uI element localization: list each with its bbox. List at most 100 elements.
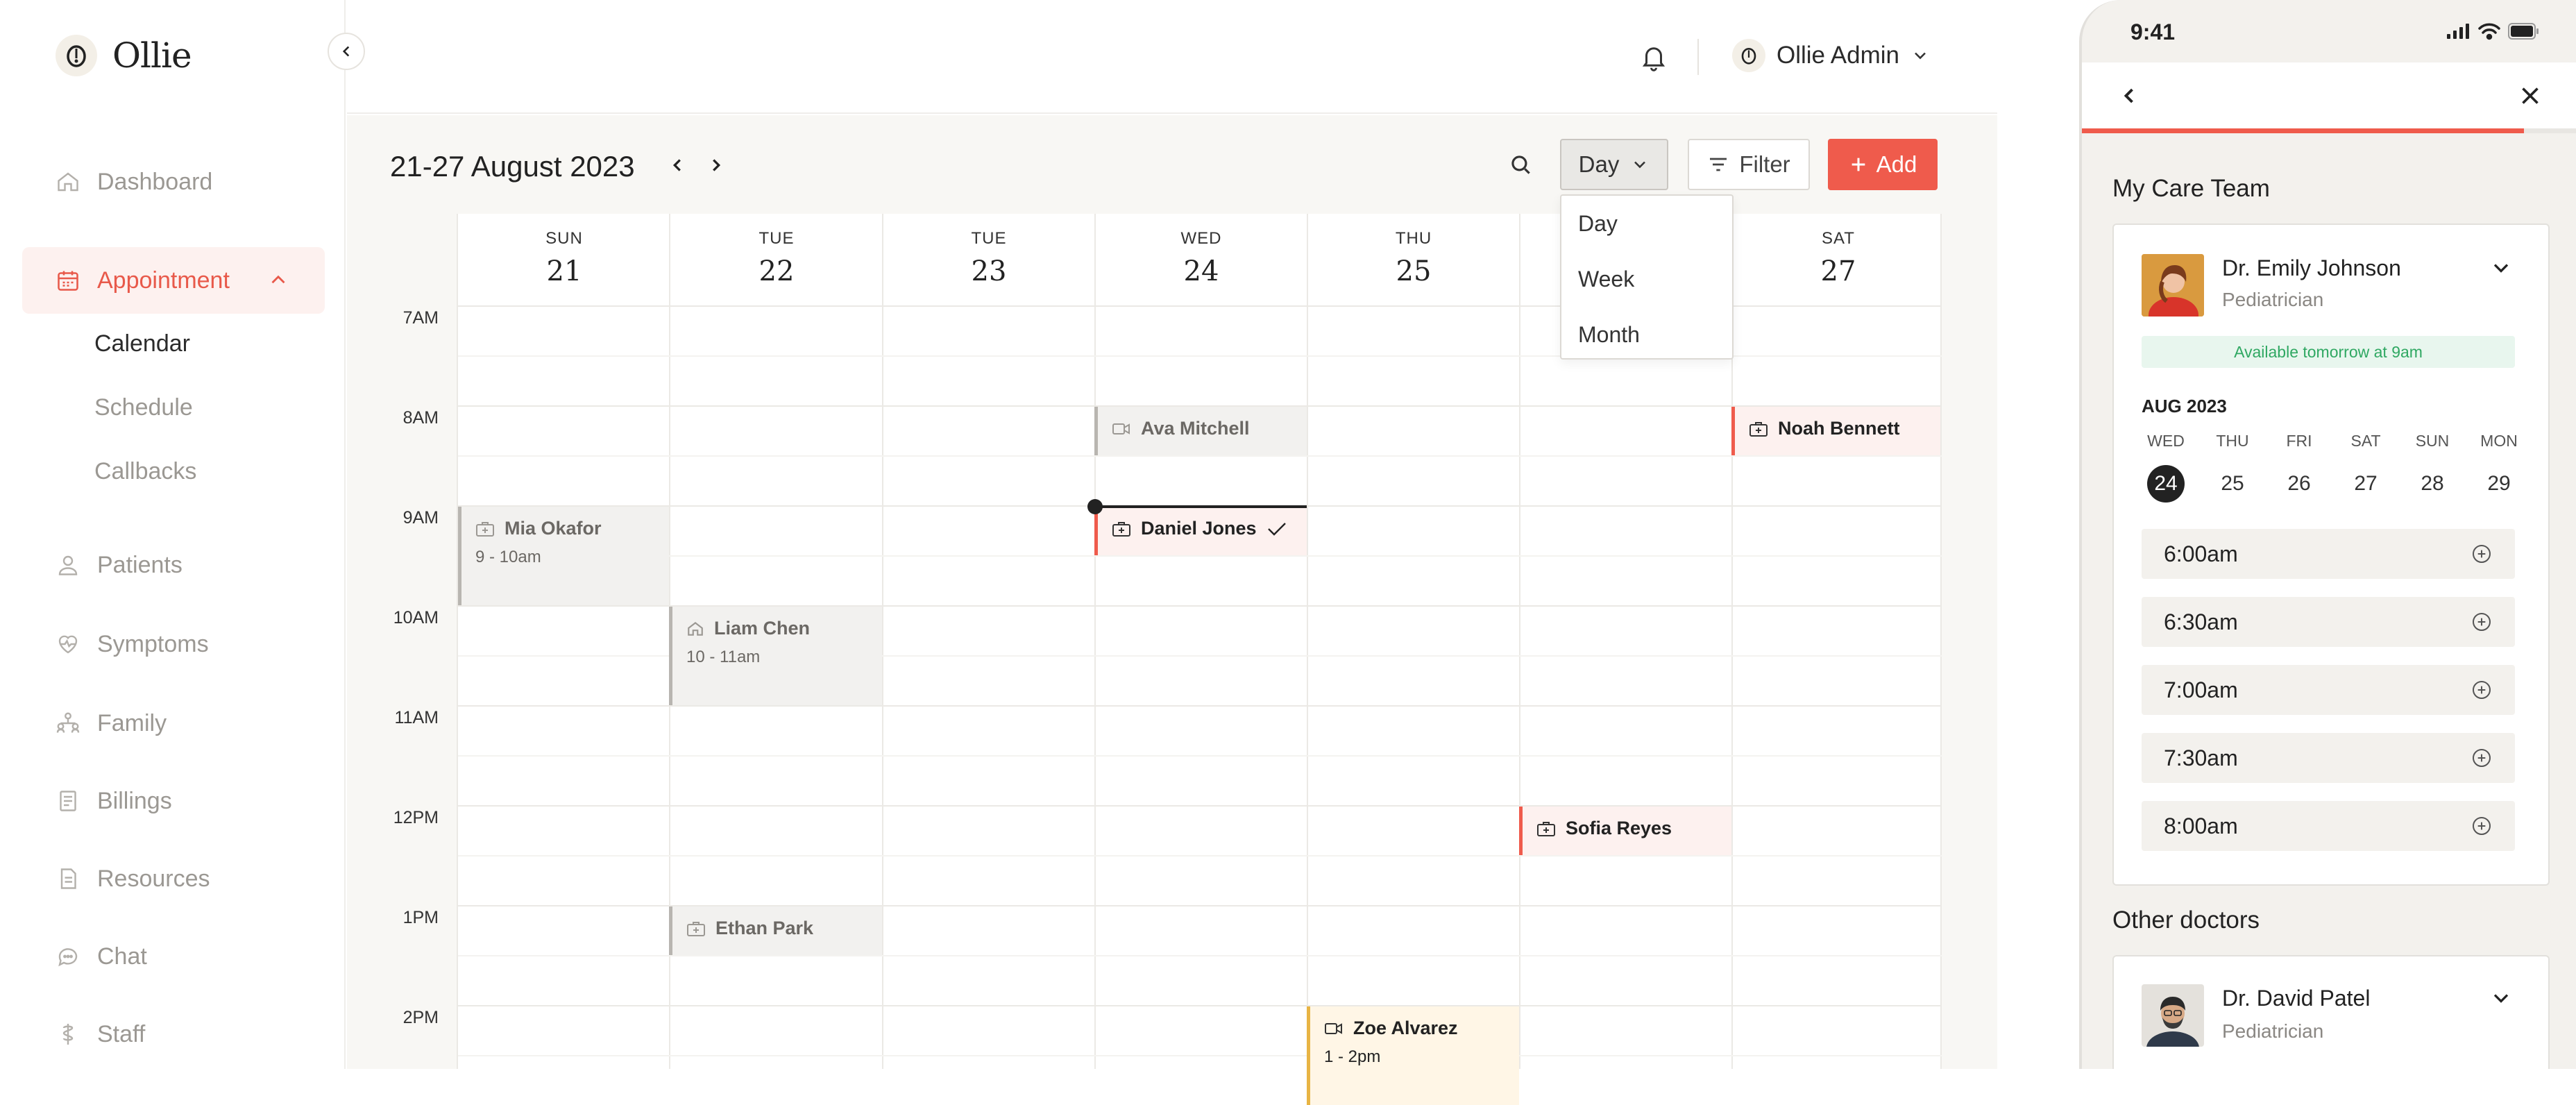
medical-bag-icon — [686, 920, 706, 938]
time-slot[interactable]: 7:30am — [2142, 733, 2515, 783]
view-select[interactable]: Day — [1560, 139, 1668, 190]
subnav-schedule[interactable]: Schedule — [94, 394, 193, 421]
document-icon — [54, 865, 82, 893]
next-week-button[interactable] — [702, 151, 730, 179]
user-menu[interactable]: Ollie Admin — [1732, 39, 1930, 72]
date-selected[interactable]: 24 — [2147, 465, 2185, 503]
time-label: 1PM — [402, 908, 439, 927]
app-logo[interactable]: Ollie — [56, 35, 192, 76]
sidebar-item-resources[interactable]: Resources — [22, 845, 325, 912]
time-slot[interactable]: 7:00am — [2142, 665, 2515, 715]
add-circle-icon[interactable] — [2471, 543, 2493, 565]
sidebar-item-chat[interactable]: Chat — [22, 923, 325, 990]
avatar — [1732, 39, 1765, 72]
progress-fill — [2082, 128, 2525, 133]
sidebar-item-family[interactable]: Family — [22, 690, 325, 757]
add-circle-icon[interactable] — [2471, 747, 2493, 769]
chevron-down-icon — [1910, 46, 1930, 65]
day-header[interactable]: TUE 23 — [883, 229, 1095, 287]
appointment-event[interactable]: Ava Mitchell — [1094, 407, 1307, 455]
time-slot[interactable]: 6:00am — [2142, 529, 2515, 579]
date-option[interactable]: 25 — [2208, 465, 2257, 503]
chevron-right-icon — [713, 159, 721, 171]
day-header[interactable]: SUN 21 — [458, 229, 670, 287]
sidebar-item-patients[interactable]: Patients — [22, 532, 325, 598]
event-time: 10 - 11am — [686, 648, 761, 666]
date-option[interactable]: 29 — [2475, 465, 2523, 503]
top-bar: Ollie Admin — [347, 0, 1997, 114]
time-slot[interactable]: 6:30am — [2142, 597, 2515, 647]
appointment-event[interactable]: Sofia Reyes — [1519, 807, 1731, 855]
time-label: 8AM — [402, 408, 439, 428]
weekday-label: MON — [2480, 432, 2518, 450]
appointment-event[interactable]: Daniel Jones — [1094, 507, 1307, 555]
back-button[interactable] — [2117, 83, 2142, 108]
date-option[interactable]: 26 — [2275, 465, 2323, 503]
app-name: Ollie — [112, 35, 192, 76]
filter-button[interactable]: Filter — [1688, 139, 1810, 190]
prev-week-button[interactable] — [663, 151, 691, 179]
day-header[interactable]: SAT 27 — [1732, 229, 1944, 287]
current-time-line — [1094, 505, 1307, 508]
heart-icon — [54, 630, 82, 658]
slot-label: 6:30am — [2164, 609, 2238, 634]
appointment-event[interactable]: Ethan Park — [669, 906, 882, 955]
view-option-day[interactable]: Day — [1561, 196, 1732, 251]
day-of-week: THU — [1395, 229, 1432, 248]
appointment-event[interactable]: Liam Chen 10 - 11am — [669, 607, 882, 705]
other-doctors-title: Other doctors — [2112, 906, 2260, 934]
event-title: Liam Chen — [714, 618, 811, 639]
date-option[interactable]: 28 — [2408, 465, 2457, 503]
chevron-left-icon — [672, 159, 681, 171]
user-name: Ollie Admin — [1777, 42, 1900, 69]
chevron-down-icon[interactable] — [2489, 986, 2514, 1011]
home-icon — [686, 620, 704, 638]
close-icon[interactable] — [2518, 83, 2543, 108]
filter-icon — [1707, 153, 1729, 176]
plus-icon — [1849, 155, 1868, 174]
event-title: Sofia Reyes — [1566, 818, 1672, 838]
view-option-month[interactable]: Month — [1561, 307, 1732, 362]
day-of-week: SUN — [545, 229, 583, 248]
search-icon[interactable] — [1507, 151, 1534, 178]
slot-label: 7:30am — [2164, 745, 2238, 770]
appointment-event[interactable]: Mia Okafor 9 - 10am — [458, 507, 669, 605]
date-option[interactable]: 27 — [2341, 465, 2390, 503]
sidebar-item-label: Billings — [97, 787, 172, 814]
doctor-role: Pediatrician — [2222, 1020, 2324, 1042]
add-circle-icon[interactable] — [2471, 679, 2493, 701]
appointment-event[interactable]: Noah Bennett — [1731, 407, 1940, 455]
sidebar-collapse-button[interactable] — [328, 33, 365, 70]
day-header[interactable]: TUE 22 — [670, 229, 883, 287]
add-circle-icon[interactable] — [2471, 611, 2493, 633]
bell-icon[interactable] — [1639, 42, 1668, 72]
family-icon — [54, 709, 82, 737]
sidebar-item-appointment[interactable]: Appointment — [22, 247, 325, 314]
subnav-calendar[interactable]: Calendar — [94, 330, 190, 357]
day-header[interactable]: WED 24 — [1095, 229, 1307, 287]
chevron-down-icon[interactable] — [2489, 255, 2514, 280]
time-slot[interactable]: 8:00am — [2142, 801, 2515, 851]
sidebar-item-symptoms[interactable]: Symptoms — [22, 611, 325, 677]
medical-bag-icon — [1536, 820, 1556, 838]
chevron-up-icon[interactable] — [266, 268, 290, 292]
appointment-event[interactable]: Zoe Alvarez 1 - 2pm — [1307, 1006, 1519, 1105]
date-range: 21-27 August 2023 — [390, 150, 635, 183]
care-team-title: My Care Team — [2112, 175, 2270, 202]
day-of-week: TUE — [759, 229, 795, 248]
divider — [1697, 39, 1699, 75]
day-header[interactable]: THU 25 — [1307, 229, 1520, 287]
sidebar-item-billings[interactable]: Billings — [22, 768, 325, 834]
sidebar-item-dashboard[interactable]: Dashboard — [22, 149, 325, 215]
add-button[interactable]: Add — [1828, 139, 1938, 190]
doctor-photo — [2142, 254, 2204, 317]
mobile-header — [2082, 62, 2576, 132]
view-option-week[interactable]: Week — [1561, 251, 1732, 307]
slot-label: 6:00am — [2164, 541, 2238, 566]
checkmark-icon — [1266, 520, 1287, 538]
weekday-label: WED — [2147, 432, 2185, 450]
sidebar-item-staff[interactable]: Staff — [22, 1001, 325, 1068]
subnav-callbacks[interactable]: Callbacks — [94, 458, 196, 485]
add-circle-icon[interactable] — [2471, 815, 2493, 837]
time-label: 11AM — [394, 708, 439, 727]
